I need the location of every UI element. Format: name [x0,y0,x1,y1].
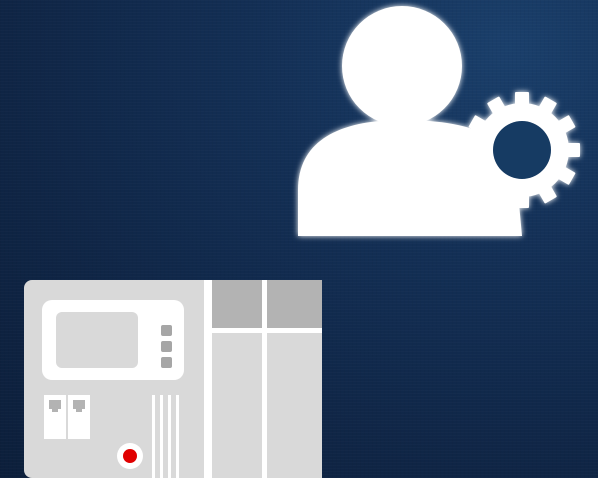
device-top-panel-left [212,280,262,328]
device-lower-panel-right [267,333,322,478]
device-button-3 [161,357,172,368]
device-lower-panel-left [212,333,262,478]
user-settings-icon [298,6,580,236]
control-cabinet-icon [24,280,322,478]
device-display [56,312,138,368]
device-button-1 [161,325,172,336]
device-top-panel-right [267,280,322,328]
user-head [342,6,462,126]
device-button-2 [161,341,172,352]
